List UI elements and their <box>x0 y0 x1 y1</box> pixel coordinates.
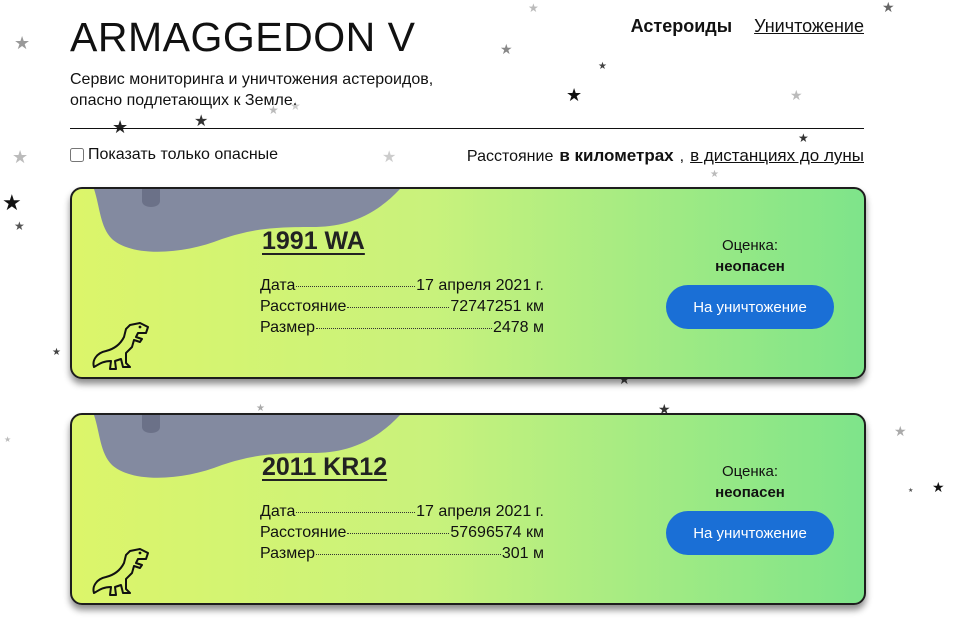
star-icon: ★ <box>798 131 809 145</box>
destroy-button[interactable]: На уничтожение <box>666 511 834 555</box>
rating-label: Оценка: <box>721 237 779 254</box>
dangerous-filter[interactable]: Показать только опасные <box>70 146 278 164</box>
size-label: Размер <box>260 545 315 562</box>
date-value: 17 апреля 2021 г. <box>416 503 544 520</box>
star-icon: ★ <box>882 0 895 15</box>
header-divider <box>70 128 864 129</box>
rating: Оценка: неопасен <box>686 235 814 277</box>
app-subtitle: Сервис мониторинга и уничтожения астерои… <box>70 71 434 109</box>
star-icon: ★ <box>528 1 539 15</box>
dotted-leader <box>347 533 450 534</box>
date-value: 17 апреля 2021 г. <box>416 277 544 294</box>
dotted-leader <box>316 328 492 329</box>
rating-value: неопасен <box>715 258 785 275</box>
unit-kilometers[interactable]: в километрах <box>559 146 673 166</box>
star-icon: ★ <box>932 479 945 495</box>
dotted-leader <box>347 307 450 308</box>
main-nav: Астероиды Уничтожение <box>631 16 864 37</box>
star-icon: ★ <box>14 219 25 233</box>
dinosaur-icon <box>92 322 149 370</box>
star-icon: ★ <box>52 347 61 358</box>
distance-value: 72747251 км <box>450 298 544 315</box>
asteroid-name[interactable]: 2011 KR12 <box>262 453 387 482</box>
size-value: 301 м <box>501 545 544 562</box>
rating-label: Оценка: <box>721 463 779 480</box>
distance-units-label: Расстояние <box>466 148 554 165</box>
star-icon: ★ <box>112 117 129 137</box>
header: ARMAGGEDON V Сервис мониторинга и уничто… <box>70 14 864 111</box>
size-value: 2478 м <box>492 319 544 336</box>
star-icon: ★ <box>4 435 12 444</box>
dangerous-filter-checkbox[interactable] <box>70 148 84 162</box>
star-icon: ★ <box>12 147 29 167</box>
date-row: Дата 17 апреля 2021 г. <box>260 277 544 298</box>
rating-value: неопасен <box>715 484 785 501</box>
rating: Оценка: неопасен <box>686 461 814 503</box>
unit-lunar-distances[interactable]: в дистанциях до луны <box>690 146 864 166</box>
size-row: Размер 301 м <box>260 545 544 566</box>
dotted-leader <box>296 512 416 513</box>
dotted-leader <box>296 286 416 287</box>
asteroid-facts: Дата 17 апреля 2021 г. Расстояние 727472… <box>260 277 544 340</box>
asteroid-card: 2011 KR12 Дата 17 апреля 2021 г. Расстоя… <box>70 413 866 605</box>
date-row: Дата 17 апреля 2021 г. <box>260 503 544 524</box>
distance-label: Расстояние <box>260 298 347 315</box>
size-row: Размер 2478 м <box>260 319 544 340</box>
distance-row: Расстояние 57696574 км <box>260 524 544 545</box>
nav-destruction[interactable]: Уничтожение <box>754 16 864 37</box>
dinosaur-icon <box>92 548 149 596</box>
date-label: Дата <box>260 503 296 520</box>
asteroid-card: 1991 WA Дата 17 апреля 2021 г. Расстояни… <box>70 187 866 379</box>
star-icon: ★ <box>710 169 719 180</box>
star-icon: ★ <box>14 33 31 53</box>
asteroid-facts: Дата 17 апреля 2021 г. Расстояние 576965… <box>260 503 544 566</box>
star-icon: ★ <box>2 190 22 215</box>
distance-units: Расстояние в километрах , в дистанциях д… <box>467 146 864 166</box>
unit-separator: , <box>679 148 685 165</box>
size-label: Размер <box>260 319 315 336</box>
nav-asteroids[interactable]: Астероиды <box>631 16 732 37</box>
dotted-leader <box>316 554 501 555</box>
star-icon: ★ <box>894 423 907 439</box>
distance-row: Расстояние 72747251 км <box>260 298 544 319</box>
asteroid-name[interactable]: 1991 WA <box>262 227 365 256</box>
controls: Показать только опасные Расстояние в кил… <box>70 146 864 168</box>
distance-label: Расстояние <box>260 524 347 541</box>
destroy-button[interactable]: На уничтожение <box>666 285 834 329</box>
distance-value: 57696574 км <box>450 524 544 541</box>
date-label: Дата <box>260 277 296 294</box>
star-icon: ★ <box>908 488 914 494</box>
dangerous-filter-label: Показать только опасные <box>88 146 279 163</box>
